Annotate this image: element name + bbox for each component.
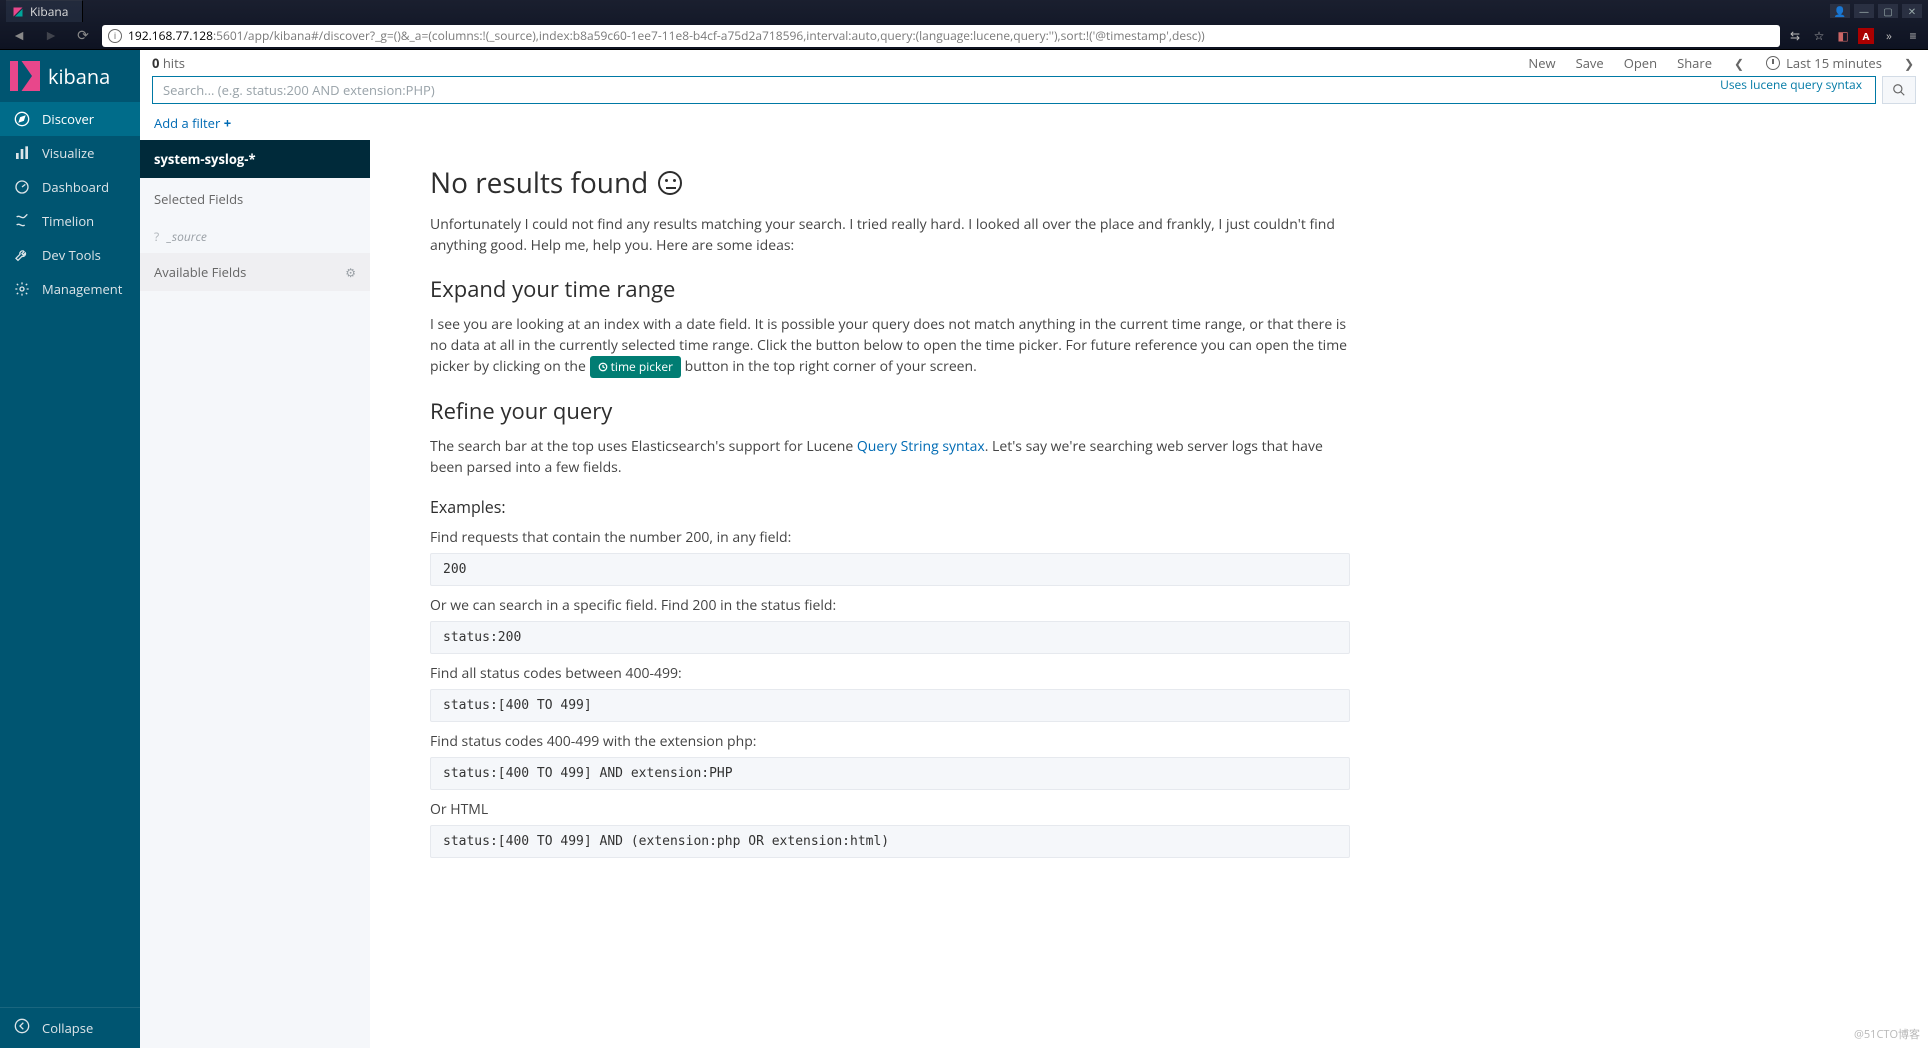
kibana-logo-icon [10, 61, 40, 91]
example-label: Find status codes 400-499 with the exten… [430, 732, 1350, 751]
expand-time-header: Expand your time range [430, 274, 1350, 304]
example-code: status:[400 TO 499] AND extension:PHP [430, 757, 1350, 790]
example-code: status:[400 TO 499] AND (extension:php O… [430, 825, 1350, 858]
expand-time-body: I see you are looking at an index with a… [430, 314, 1350, 378]
browser-reload-icon[interactable]: ⟳ [70, 25, 96, 47]
menu-icon[interactable]: ≡ [1904, 27, 1922, 45]
selected-fields-header: Selected Fields [140, 178, 370, 220]
collapse-label: Collapse [42, 1019, 93, 1037]
time-range-label: Last 15 minutes [1786, 54, 1882, 72]
browser-tab[interactable]: Kibana [6, 0, 83, 22]
browser-forward-icon: ► [38, 25, 64, 47]
browser-tab-title: Kibana [30, 3, 68, 20]
sidebar-item-label: Dashboard [42, 178, 109, 196]
collapse-arrow-icon [14, 1018, 30, 1038]
sidebar-item-label: Management [42, 280, 122, 298]
timelion-icon [14, 213, 30, 229]
example-label: Or HTML [430, 800, 1350, 819]
brand-label: kibana [48, 63, 110, 90]
open-button[interactable]: Open [1624, 54, 1657, 72]
examples-header: Examples: [430, 496, 1350, 518]
example-code: status:[400 TO 499] [430, 689, 1350, 722]
field-type-icon: ? [154, 228, 159, 245]
example-label: Find all status codes between 400-499: [430, 664, 1350, 683]
sidebar-item-label: Visualize [42, 144, 94, 162]
sidebar-item-visualize[interactable]: Visualize [0, 136, 140, 170]
add-filter-button[interactable]: Add a filter + [154, 114, 231, 132]
search-icon [1892, 83, 1906, 97]
available-fields-header: Available Fields ⚙ [140, 253, 370, 291]
example-label: Find requests that contain the number 20… [430, 528, 1350, 547]
hit-count: 0 hits [152, 54, 185, 72]
field-settings-icon[interactable]: ⚙ [345, 264, 356, 281]
discover-topbar: 0 hits New Save Open Share ❮ Last 15 min… [140, 50, 1928, 76]
no-results-heading: No results found [430, 164, 1350, 202]
site-info-icon[interactable]: i [108, 29, 122, 43]
sidebar-item-devtools[interactable]: Dev Tools [0, 238, 140, 272]
refine-query-header: Refine your query [430, 396, 1350, 426]
neutral-face-icon [658, 171, 682, 195]
no-results-intro: Unfortunately I could not find any resul… [430, 214, 1350, 256]
sidebar-item-discover[interactable]: Discover [0, 102, 140, 136]
wrench-icon [14, 247, 30, 263]
sidebar-item-management[interactable]: Management [0, 272, 140, 306]
filter-bar: Add a filter + [140, 110, 1928, 140]
user-icon[interactable]: 👤 [1830, 4, 1850, 18]
kibana-brand[interactable]: kibana [0, 50, 140, 102]
discover-content: 0 hits New Save Open Share ❮ Last 15 min… [140, 50, 1928, 1048]
save-button[interactable]: Save [1576, 54, 1604, 72]
gear-icon [14, 281, 30, 297]
url-host: 192.168.77.128 [128, 27, 213, 44]
plus-icon: + [224, 114, 231, 132]
time-picker-badge: time picker [590, 356, 681, 378]
kibana-favicon-icon [12, 6, 24, 18]
browser-chrome: Kibana 👤 — ▢ ✕ ◄ ► ⟳ i 192.168.77.128:56… [0, 0, 1928, 50]
browser-back-icon[interactable]: ◄ [6, 25, 32, 47]
search-submit-button[interactable] [1882, 76, 1916, 104]
clock-icon [1766, 56, 1780, 70]
example-label: Or we can search in a specific field. Fi… [430, 596, 1350, 615]
search-input[interactable]: Search... (e.g. status:200 AND extension… [152, 76, 1876, 104]
adobe-icon[interactable]: A [1858, 28, 1874, 44]
results-panel: No results found Unfortunately I could n… [370, 140, 1928, 1048]
share-button[interactable]: Share [1677, 54, 1712, 72]
window-maximize-icon[interactable]: ▢ [1878, 4, 1898, 18]
sidebar-item-dashboard[interactable]: Dashboard [0, 170, 140, 204]
time-next-button[interactable]: ❯ [1902, 55, 1916, 72]
kibana-sidebar: kibana Discover Visualize Dashboard Time… [0, 50, 140, 1048]
watermark: @51CTO博客 [1854, 1026, 1920, 1042]
new-button[interactable]: New [1528, 54, 1555, 72]
query-syntax-link[interactable]: Query String syntax [857, 437, 985, 456]
field-source[interactable]: ? _source [140, 220, 370, 253]
window-close-icon[interactable]: ✕ [1902, 4, 1922, 18]
sidebar-collapse-button[interactable]: Collapse [0, 1007, 140, 1048]
refine-query-body: The search bar at the top uses Elasticse… [430, 436, 1350, 478]
compass-icon [14, 111, 30, 127]
sidebar-item-label: Dev Tools [42, 246, 101, 264]
translate-icon[interactable]: ⇆ [1786, 27, 1804, 45]
gauge-icon [14, 179, 30, 195]
example-code: 200 [430, 553, 1350, 586]
sidebar-item-label: Timelion [42, 212, 94, 230]
time-picker-button[interactable]: Last 15 minutes [1766, 54, 1882, 72]
sidebar-item-label: Discover [42, 110, 94, 128]
extension-icon[interactable]: ◧ [1834, 27, 1852, 45]
window-minimize-icon[interactable]: — [1854, 4, 1874, 18]
overflow-icon[interactable]: » [1880, 27, 1898, 45]
url-path: :5601/app/kibana#/discover?_g=()&_a=(col… [213, 27, 1205, 44]
fields-sidebar: system-syslog-* ❮ Selected Fields ? _sou… [140, 140, 370, 1048]
clock-badge-icon [598, 362, 608, 372]
time-prev-button[interactable]: ❮ [1732, 55, 1746, 72]
bar-chart-icon [14, 145, 30, 161]
bookmark-star-icon[interactable]: ☆ [1810, 27, 1828, 45]
example-code: status:200 [430, 621, 1350, 654]
sidebar-item-timelion[interactable]: Timelion [0, 204, 140, 238]
address-bar[interactable]: i 192.168.77.128:5601/app/kibana#/discov… [102, 25, 1780, 47]
index-pattern-selector[interactable]: system-syslog-* ❮ [140, 140, 370, 178]
